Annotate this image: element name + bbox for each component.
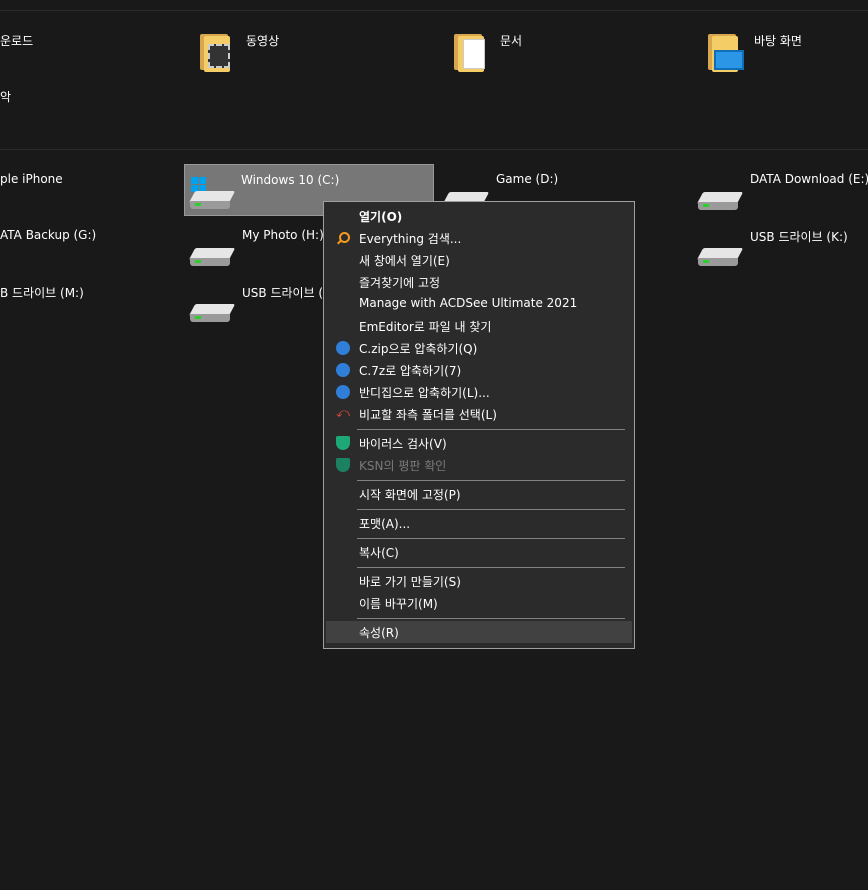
drive-item-e[interactable]: DATA Download (E:) (694, 164, 868, 216)
menu-separator (357, 429, 625, 430)
menu-item-copy[interactable]: 복사(C) (326, 541, 632, 563)
menu-item-format[interactable]: 포맷(A)... (326, 512, 632, 534)
menu-item-emeditor-find[interactable]: EmEditor로 파일 내 찾기 (326, 315, 632, 337)
menu-item-properties[interactable]: 속성(R) (326, 621, 632, 643)
menu-item-label: C.7z로 압축하기(7) (359, 364, 462, 378)
folder-item-videos[interactable]: 동영상 (190, 24, 430, 76)
bandizip-icon (336, 385, 350, 399)
drive-label: Windows 10 (C:) (241, 173, 340, 187)
menu-item-rename[interactable]: 이름 바꾸기(M) (326, 592, 632, 614)
menu-item-label: 새 창에서 열기(E) (359, 254, 450, 268)
menu-item-label: 이름 바꾸기(M) (359, 597, 438, 611)
device-item-iphone[interactable]: ple iPhone (0, 164, 160, 216)
group-divider (0, 149, 868, 150)
bandizip-icon (336, 341, 350, 355)
kaspersky-shield-icon (336, 458, 350, 472)
folder-label: 바탕 화면 (754, 34, 802, 48)
menu-item-label: 바로 가기 만들기(S) (359, 575, 461, 589)
menu-item-label: 포맷(A)... (359, 517, 411, 531)
menu-item-label: C.zip으로 압축하기(Q) (359, 342, 478, 356)
drive-icon (696, 172, 744, 216)
folder-label: 악 (0, 90, 12, 104)
menu-item-compare-left[interactable]: ⤺ 비교할 좌측 폴더를 선택(L) (326, 403, 632, 425)
drive-item-m[interactable]: B 드라이브 (M:) (0, 276, 160, 328)
drive-label: ATA Backup (G:) (0, 228, 97, 242)
folder-label: 운로드 (0, 34, 34, 48)
top-divider (0, 10, 868, 11)
menu-item-virus-scan[interactable]: 바이러스 검사(V) (326, 432, 632, 454)
drive-label: B 드라이브 (M:) (0, 286, 84, 300)
menu-item-everything-search[interactable]: Everything 검색... (326, 227, 632, 249)
menu-item-7z[interactable]: C.7z로 압축하기(7) (326, 359, 632, 381)
menu-item-label: 열기(O) (359, 210, 403, 224)
menu-item-create-shortcut[interactable]: 바로 가기 만들기(S) (326, 570, 632, 592)
folder-label: 동영상 (246, 34, 280, 48)
drive-label: DATA Download (E:) (750, 172, 868, 186)
folder-item-downloads[interactable]: 운로드 (0, 24, 160, 76)
desktop-folder-icon (702, 32, 746, 76)
menu-separator (357, 567, 625, 568)
menu-item-open-new-window[interactable]: 새 창에서 열기(E) (326, 249, 632, 271)
device-label: ple iPhone (0, 172, 63, 186)
kaspersky-shield-icon (336, 436, 350, 450)
folder-item-desktop[interactable]: 바탕 화면 (698, 24, 868, 76)
menu-item-pin-start[interactable]: 시작 화면에 고정(P) (326, 483, 632, 505)
menu-item-label: KSN의 평판 확인 (359, 459, 447, 473)
drive-item-k[interactable]: USB 드라이브 (K:) (694, 220, 868, 272)
drive-item-g[interactable]: ATA Backup (G:) (0, 220, 160, 272)
menu-item-zip[interactable]: C.zip으로 압축하기(Q) (326, 337, 632, 359)
drive-icon (696, 228, 744, 272)
folder-item-documents[interactable]: 문서 (444, 24, 684, 76)
menu-item-label: 시작 화면에 고정(P) (359, 488, 461, 502)
drive-label: Game (D:) (496, 172, 559, 186)
menu-item-label: 복사(C) (359, 546, 399, 560)
context-menu: 열기(O) Everything 검색... 새 창에서 열기(E) 즐겨찾기에… (323, 201, 635, 649)
compare-icon: ⤺ (336, 406, 350, 421)
menu-item-label: 비교할 좌측 폴더를 선택(L) (359, 408, 497, 422)
bandizip-icon (336, 363, 350, 377)
search-icon (336, 231, 350, 245)
drive-item-h[interactable]: My Photo (H:) (186, 220, 324, 272)
menu-item-acdsee[interactable]: Manage with ACDSee Ultimate 2021 (326, 293, 632, 315)
drive-icon (188, 228, 236, 272)
drive-icon (188, 284, 236, 328)
menu-item-label: 즐겨찾기에 고정 (359, 276, 441, 290)
folder-label: 문서 (500, 34, 523, 48)
menu-separator (357, 509, 625, 510)
menu-item-ksn-reputation: KSN의 평판 확인 (326, 454, 632, 476)
menu-separator (357, 618, 625, 619)
folder-item-music[interactable]: 악 (0, 80, 160, 132)
menu-item-label: Everything 검색... (359, 232, 462, 246)
menu-item-open[interactable]: 열기(O) (326, 205, 632, 227)
menu-item-label: Manage with ACDSee Ultimate 2021 (359, 296, 578, 310)
menu-separator (357, 538, 625, 539)
menu-item-label: EmEditor로 파일 내 찾기 (359, 320, 492, 334)
menu-item-label: 바이러스 검사(V) (359, 437, 447, 451)
menu-item-pin-quick-access[interactable]: 즐겨찾기에 고정 (326, 271, 632, 293)
drive-label: My Photo (H:) (242, 228, 324, 242)
menu-item-label: 반디집으로 압축하기(L)... (359, 386, 490, 400)
drive-item-usb[interactable]: USB 드라이브 ( (186, 276, 324, 328)
menu-item-label: 속성(R) (359, 626, 399, 640)
documents-folder-icon (448, 32, 492, 76)
menu-separator (357, 480, 625, 481)
drive-label: USB 드라이브 ( (242, 286, 324, 300)
menu-item-bandizip-compress[interactable]: 반디집으로 압축하기(L)... (326, 381, 632, 403)
windows-drive-icon (188, 171, 236, 215)
videos-folder-icon (194, 32, 238, 76)
drive-label: USB 드라이브 (K:) (750, 230, 848, 244)
